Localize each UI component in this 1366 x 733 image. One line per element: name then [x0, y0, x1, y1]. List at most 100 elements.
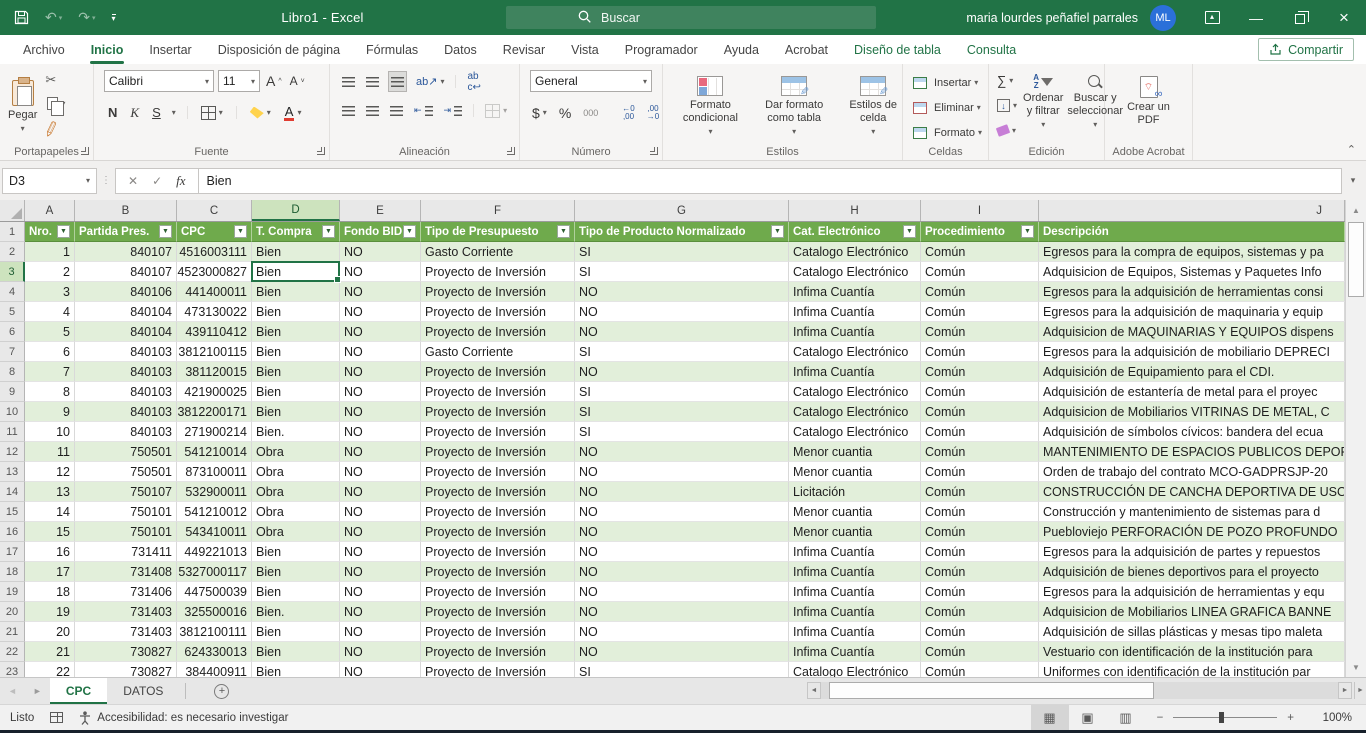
- horizontal-scroll-thumb[interactable]: [829, 682, 1154, 699]
- cell[interactable]: NO: [575, 602, 789, 622]
- cell[interactable]: SI: [575, 242, 789, 262]
- cell[interactable]: 840104: [75, 322, 177, 342]
- restore-button[interactable]: [1278, 0, 1322, 35]
- cell[interactable]: NO: [575, 502, 789, 522]
- cell[interactable]: NO: [340, 482, 421, 502]
- column-header-H[interactable]: H: [789, 200, 921, 221]
- cell[interactable]: 840103: [75, 342, 177, 362]
- cell[interactable]: Bien: [252, 642, 340, 662]
- row-header-23[interactable]: 23: [0, 662, 25, 677]
- ribbon-tab-revisar[interactable]: Revisar: [490, 35, 558, 64]
- cell[interactable]: 473130022: [177, 302, 252, 322]
- orientation-button[interactable]: ab↗▾: [414, 71, 446, 92]
- save-icon[interactable]: [14, 10, 29, 25]
- cell[interactable]: 731403: [75, 602, 177, 622]
- cell[interactable]: 4: [25, 302, 75, 322]
- formula-input[interactable]: Bien: [199, 168, 1342, 194]
- close-button[interactable]: ×: [1322, 0, 1366, 35]
- cut-icon[interactable]: ✂: [45, 72, 67, 88]
- cell[interactable]: SI: [575, 422, 789, 442]
- cell[interactable]: Común: [921, 402, 1039, 422]
- column-header-A[interactable]: A: [25, 200, 75, 221]
- cell[interactable]: NO: [575, 442, 789, 462]
- fill-color-button[interactable]: ▾: [248, 102, 273, 123]
- cell[interactable]: Gasto Corriente: [421, 242, 575, 262]
- accessibility-status[interactable]: Accesibilidad: es necesario investigar: [97, 712, 288, 724]
- cell[interactable]: Proyecto de Inversión: [421, 502, 575, 522]
- cell[interactable]: Gasto Corriente: [421, 342, 575, 362]
- row-header-15[interactable]: 15: [0, 502, 25, 522]
- cell[interactable]: Menor cuantia: [789, 442, 921, 462]
- cell[interactable]: NO: [340, 262, 421, 282]
- row-header-14[interactable]: 14: [0, 482, 25, 502]
- row-header-6[interactable]: 6: [0, 322, 25, 342]
- cell[interactable]: 731411: [75, 542, 177, 562]
- header-cell[interactable]: Fondo BID▼: [340, 222, 421, 242]
- horizontal-scrollbar[interactable]: ◄ ►: [807, 682, 1352, 699]
- cell[interactable]: NO: [575, 322, 789, 342]
- ribbon-tab-programador[interactable]: Programador: [612, 35, 711, 64]
- cell[interactable]: 449221013: [177, 542, 252, 562]
- delete-cells-button[interactable]: Eliminar▾: [911, 97, 988, 118]
- cell[interactable]: NO: [575, 582, 789, 602]
- vertical-scroll-thumb[interactable]: [1348, 222, 1364, 297]
- cell[interactable]: Obra: [252, 482, 340, 502]
- cell[interactable]: NO: [575, 542, 789, 562]
- cell[interactable]: 750101: [75, 522, 177, 542]
- ribbon-tab-vista[interactable]: Vista: [558, 35, 612, 64]
- cell[interactable]: Infima Cuantía: [789, 282, 921, 302]
- cell[interactable]: Proyecto de Inversión: [421, 562, 575, 582]
- cell[interactable]: Proyecto de Inversión: [421, 442, 575, 462]
- cell[interactable]: Proyecto de Inversión: [421, 302, 575, 322]
- scroll-down-icon[interactable]: ▼: [1346, 657, 1366, 677]
- select-all-corner[interactable]: [0, 200, 25, 221]
- align-top-button[interactable]: [340, 71, 357, 92]
- normal-view-icon[interactable]: ▦: [1031, 705, 1069, 731]
- filter-dropdown-icon[interactable]: ▼: [557, 225, 570, 238]
- cell[interactable]: 421900025: [177, 382, 252, 402]
- align-left-button[interactable]: [340, 100, 357, 121]
- cell[interactable]: 14: [25, 502, 75, 522]
- column-header-D[interactable]: D: [252, 200, 340, 221]
- share-button[interactable]: Compartir: [1258, 38, 1354, 61]
- ribbon-tab-acrobat[interactable]: Acrobat: [772, 35, 841, 64]
- cell[interactable]: Proyecto de Inversión: [421, 522, 575, 542]
- cell[interactable]: Bien: [252, 382, 340, 402]
- paste-button[interactable]: Pegar ▾: [8, 76, 37, 135]
- row-header-13[interactable]: 13: [0, 462, 25, 482]
- cell[interactable]: 840103: [75, 402, 177, 422]
- row-header-11[interactable]: 11: [0, 422, 25, 442]
- decrease-indent-button[interactable]: ⇤: [412, 100, 435, 121]
- row-header-5[interactable]: 5: [0, 302, 25, 322]
- next-sheet-icon[interactable]: ►: [25, 686, 50, 696]
- filter-dropdown-icon[interactable]: ▼: [903, 225, 916, 238]
- cell[interactable]: NO: [340, 422, 421, 442]
- cell[interactable]: Puebloviejo PERFORACIÓN DE POZO PROFUNDO: [1039, 522, 1345, 542]
- cell[interactable]: Proyecto de Inversión: [421, 262, 575, 282]
- cell[interactable]: 3: [25, 282, 75, 302]
- align-middle-button[interactable]: [364, 71, 381, 92]
- grow-font-button[interactable]: A^: [264, 71, 284, 92]
- cell[interactable]: Infima Cuantía: [789, 582, 921, 602]
- clear-button[interactable]: ▾: [995, 120, 1019, 141]
- cell[interactable]: SI: [575, 662, 789, 677]
- cell[interactable]: NO: [340, 562, 421, 582]
- cell[interactable]: 750501: [75, 462, 177, 482]
- cell[interactable]: 11: [25, 442, 75, 462]
- cell[interactable]: 3812100115: [177, 342, 252, 362]
- cell[interactable]: 750101: [75, 502, 177, 522]
- cell[interactable]: Común: [921, 242, 1039, 262]
- cell[interactable]: Adquisicion de MAQUINARIAS Y EQUIPOS dis…: [1039, 322, 1345, 342]
- cell[interactable]: Bien.: [252, 602, 340, 622]
- cell[interactable]: Egresos para la compra de equipos, siste…: [1039, 242, 1345, 262]
- zoom-level[interactable]: 100%: [1306, 712, 1352, 724]
- vertical-scrollbar[interactable]: ▲ ▼: [1345, 200, 1366, 677]
- cell[interactable]: NO: [340, 662, 421, 677]
- scroll-up-icon[interactable]: ▲: [1346, 200, 1366, 220]
- font-size-combo[interactable]: 11▾: [218, 70, 260, 92]
- row-header-20[interactable]: 20: [0, 602, 25, 622]
- decrease-decimal-button[interactable]: ,00→0: [645, 102, 661, 123]
- cell[interactable]: 441400011: [177, 282, 252, 302]
- cell[interactable]: 730827: [75, 662, 177, 677]
- cell[interactable]: 840107: [75, 262, 177, 282]
